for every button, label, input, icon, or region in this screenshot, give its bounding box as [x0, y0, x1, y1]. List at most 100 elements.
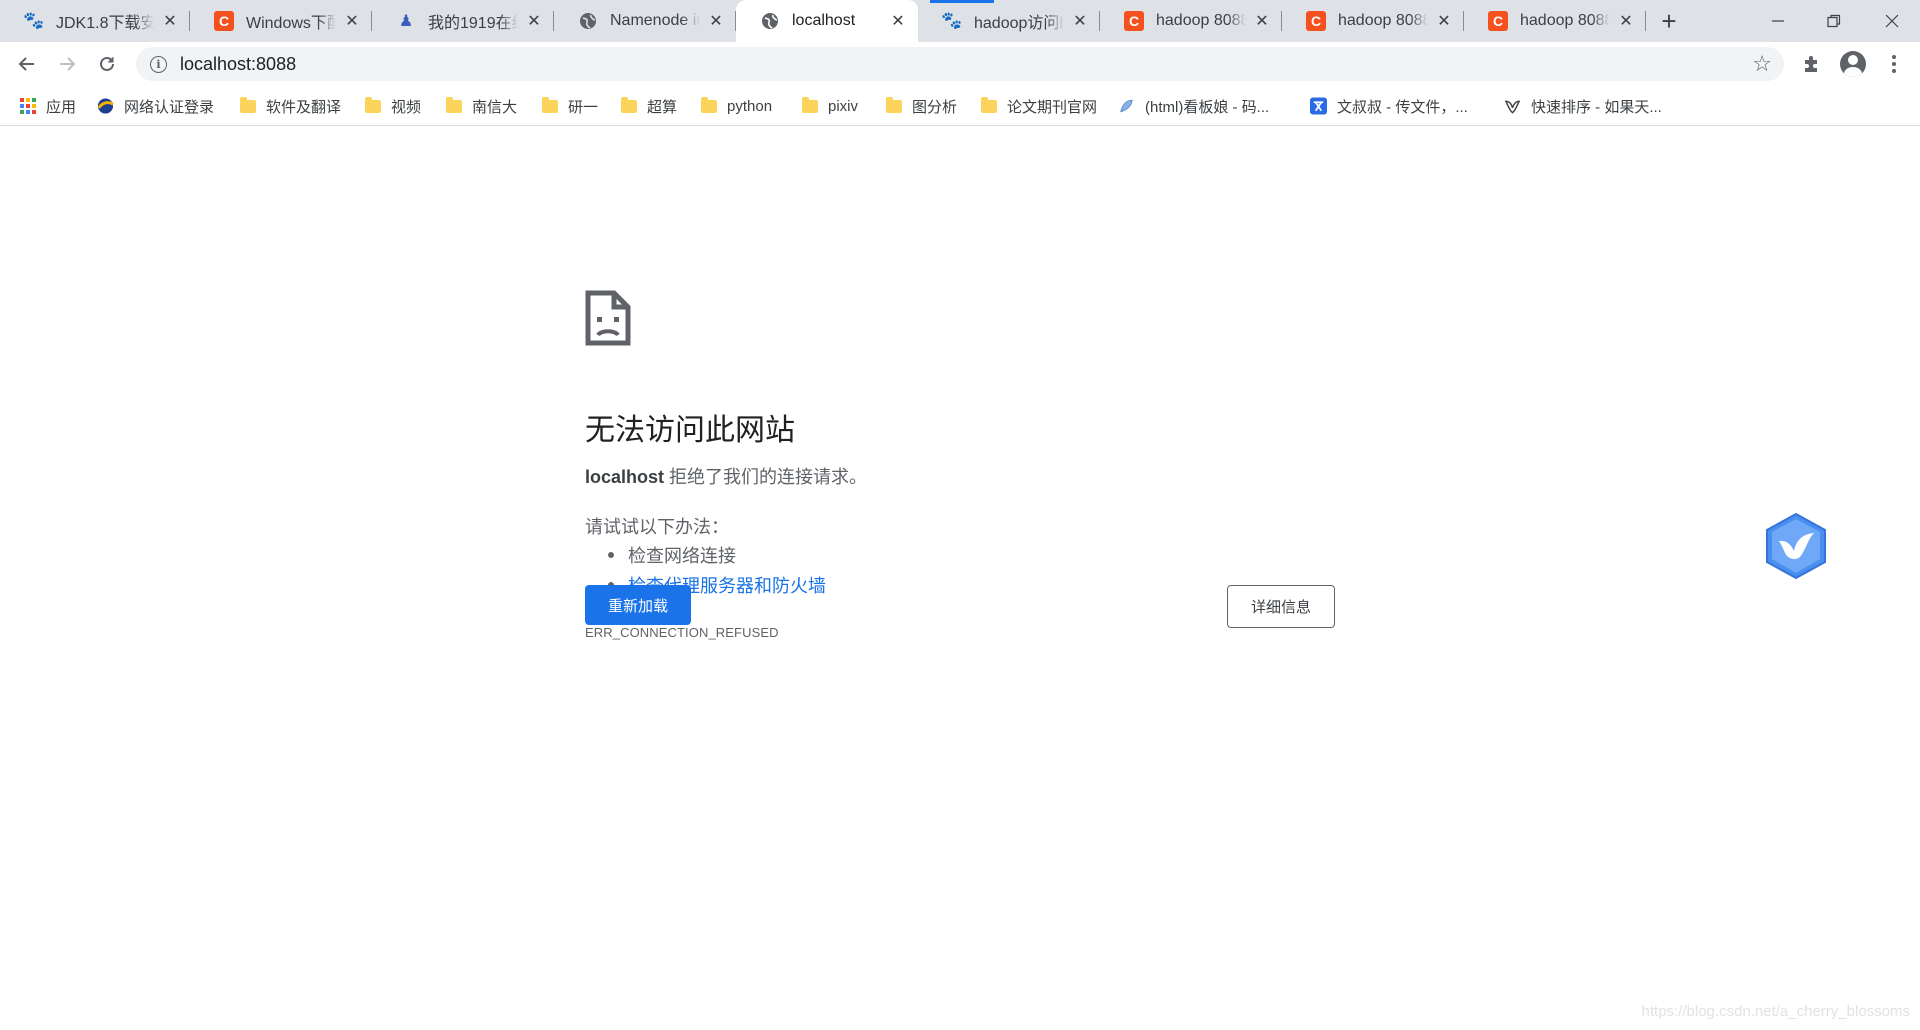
page-content: 无法访问此网站 localhost 拒绝了我们的连接请求。 请试试以下办法： 检… — [0, 127, 1920, 1030]
bookmark-folder-pixiv[interactable]: pixiv — [801, 95, 858, 117]
extensions-puzzle-icon[interactable] — [1796, 48, 1828, 80]
tab-title: hadoop 8088 — [1338, 12, 1428, 29]
tab-title: hadoop 8088 — [1520, 12, 1610, 29]
toolbar: i localhost:8088 ☆ — [0, 42, 1920, 86]
tab-1919[interactable]: ♟ 我的1919在线 ✕ — [372, 0, 554, 42]
bookmarks-bar: 应用 网络认证登录 软件及翻译 视频 南信大 研一 超算 python pixi… — [0, 86, 1920, 126]
bookmark-label: pixiv — [828, 97, 859, 115]
close-icon[interactable]: ✕ — [1252, 11, 1272, 31]
folder-icon — [364, 96, 381, 115]
details-button[interactable]: 详细信息 — [1227, 585, 1335, 628]
wenshushu-icon — [1310, 97, 1327, 115]
bookmark-kanbanniang[interactable]: (html)看板娘 - 码... — [1118, 95, 1269, 117]
floating-assistant-bird-icon[interactable] — [1763, 511, 1829, 581]
folder-icon — [239, 96, 256, 115]
tab-hadoop-8088-1[interactable]: C hadoop 8088 ✕ — [1100, 0, 1282, 42]
csdn-c-icon: C — [1124, 11, 1144, 31]
folder-icon — [980, 96, 997, 115]
bird-icon — [1504, 98, 1521, 115]
reload-icon[interactable] — [91, 48, 123, 80]
bookmark-star-icon[interactable]: ☆ — [1752, 51, 1772, 77]
csdn-c-icon: C — [214, 11, 234, 31]
bookmark-folder-yanyi[interactable]: 研一 — [541, 95, 598, 117]
csdn-c-icon: C — [1488, 11, 1508, 31]
tab-localhost[interactable]: localhost ✕ — [736, 0, 918, 42]
bookmark-label: python — [727, 97, 773, 115]
details-label: 详细信息 — [1250, 599, 1311, 616]
error-description: localhost 拒绝了我们的连接请求。 — [585, 463, 867, 489]
minimize-icon[interactable] — [1750, 0, 1806, 42]
tab-title: Windows下配置 — [246, 15, 336, 32]
error-host: localhost — [585, 467, 665, 487]
bookmark-network-login[interactable]: 网络认证登录 — [97, 95, 214, 117]
bookmark-folder-software[interactable]: 软件及翻译 — [239, 95, 341, 117]
folder-icon — [801, 96, 818, 115]
apps-grid-icon — [19, 98, 36, 115]
tab-windows[interactable]: C Windows下配置 ✕ — [190, 0, 372, 42]
folder-icon — [541, 96, 558, 115]
tab-title: hadoop访问ht — [974, 15, 1064, 32]
close-icon[interactable]: ✕ — [524, 11, 544, 31]
close-icon[interactable]: ✕ — [160, 11, 180, 31]
ghost-icon: ♟ — [398, 13, 414, 30]
suggestion-check-network: 检查网络连接 — [628, 546, 736, 566]
forward-arrow-icon[interactable] — [51, 48, 83, 80]
bookmark-apps[interactable]: 应用 — [19, 95, 76, 117]
close-icon[interactable]: ✕ — [1070, 11, 1090, 31]
tab-title: JDK1.8下载安装 — [56, 15, 154, 32]
bookmark-label: 图分析 — [912, 98, 958, 116]
bookmark-label: 软件及翻译 — [266, 98, 342, 116]
address-bar[interactable]: i localhost:8088 ☆ — [136, 47, 1784, 81]
tab-namenode[interactable]: Namenode inf ✕ — [554, 0, 736, 42]
tab-title: Namenode inf — [610, 12, 700, 29]
site-info-icon[interactable]: i — [150, 55, 167, 73]
close-window-icon[interactable] — [1864, 0, 1920, 42]
baidu-paw-icon: 🐾 — [941, 11, 963, 30]
site-icon — [97, 98, 114, 115]
watermark-text: https://blog.csdn.net/a_cherry_blossoms — [1641, 1003, 1910, 1020]
bookmark-folder-supercomputing[interactable]: 超算 — [620, 95, 677, 117]
folder-icon — [445, 96, 462, 115]
bookmark-label: 超算 — [647, 98, 678, 116]
tab-title: hadoop 8088 — [1156, 12, 1246, 29]
tab-hadoop-access[interactable]: 🐾 hadoop访问ht ✕ — [918, 0, 1100, 42]
url-text[interactable]: localhost:8088 — [180, 54, 296, 75]
globe-icon — [760, 11, 780, 31]
bookmark-quicksort[interactable]: 快速排序 - 如果天... — [1504, 95, 1662, 117]
back-arrow-icon[interactable] — [11, 48, 43, 80]
profile-avatar-icon[interactable] — [1837, 48, 1869, 80]
bookmark-folder-nuist[interactable]: 南信大 — [445, 95, 517, 117]
bookmark-label: 网络认证登录 — [124, 98, 215, 116]
reload-button[interactable]: 重新加载 — [585, 585, 691, 625]
bookmark-wenshushu[interactable]: 文叔叔 - 传文件，... — [1310, 95, 1468, 117]
menu-kebab-icon[interactable] — [1878, 48, 1910, 80]
tab-strip: 🐾 JDK1.8下载安装 ✕ C Windows下配置 ✕ ♟ 我的1919在线… — [0, 0, 1920, 42]
bookmark-label: 论文期刊官网 — [1007, 98, 1098, 116]
try-label: 请试试以下办法： — [585, 517, 729, 537]
close-icon[interactable]: ✕ — [1616, 11, 1636, 31]
bookmark-label: (html)看板娘 - 码... — [1145, 98, 1270, 116]
csdn-c-icon: C — [1306, 11, 1326, 31]
tab-title: localhost — [792, 12, 856, 29]
bookmark-folder-python[interactable]: python — [700, 95, 772, 117]
bookmark-label: 文叔叔 - 传文件，... — [1337, 98, 1468, 116]
error-message: 拒绝了我们的连接请求。 — [669, 467, 868, 487]
bookmark-label: 视频 — [391, 98, 422, 116]
tab-jdk[interactable]: 🐾 JDK1.8下载安装 ✕ — [0, 0, 190, 42]
close-icon[interactable]: ✕ — [1434, 11, 1454, 31]
folder-icon — [885, 96, 902, 115]
tab-hadoop-8088-3[interactable]: C hadoop 8088 ✕ — [1464, 0, 1646, 42]
bookmark-folder-journals[interactable]: 论文期刊官网 — [980, 95, 1097, 117]
bookmark-folder-video[interactable]: 视频 — [364, 95, 421, 117]
bookmark-folder-graph-analysis[interactable]: 图分析 — [885, 95, 957, 117]
bookmark-label: 南信大 — [472, 98, 518, 116]
sad-document-icon — [585, 290, 631, 346]
close-icon[interactable]: ✕ — [342, 11, 362, 31]
restore-icon[interactable] — [1806, 0, 1862, 42]
tab-hadoop-8088-2[interactable]: C hadoop 8088 ✕ — [1282, 0, 1464, 42]
suggestion-item: 检查网络连接 — [608, 542, 736, 568]
close-icon[interactable]: ✕ — [706, 11, 726, 31]
folder-icon — [700, 96, 717, 115]
new-tab-plus-icon[interactable]: + — [1654, 6, 1684, 36]
close-icon[interactable]: ✕ — [888, 11, 908, 31]
